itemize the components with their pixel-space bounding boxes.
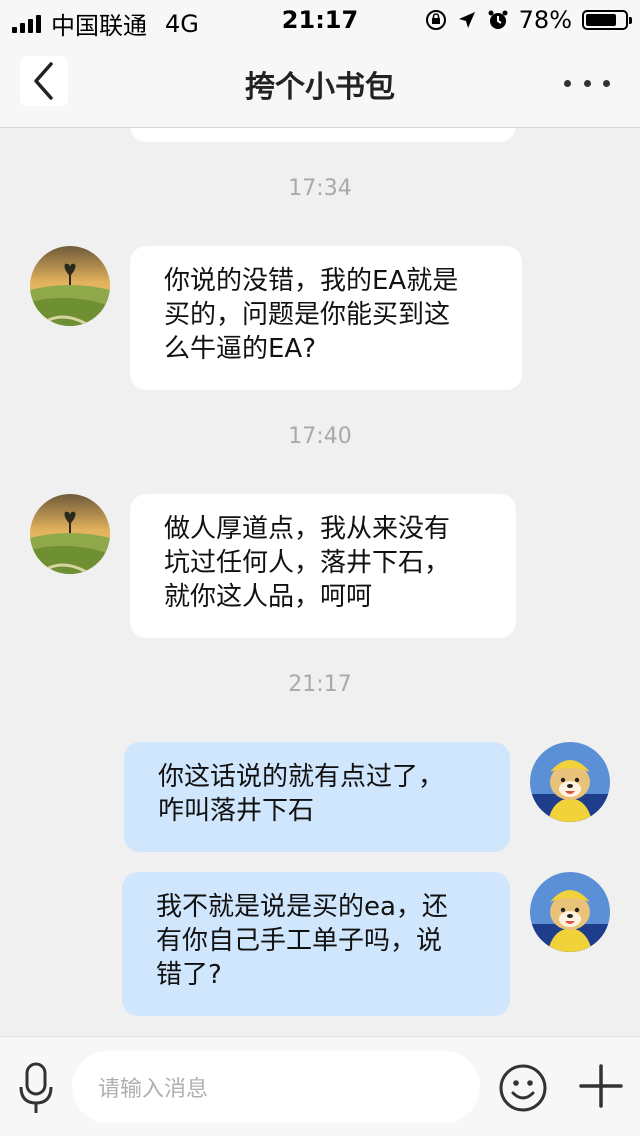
timestamp: 17:40	[288, 424, 352, 449]
input-bar: 请输入消息	[0, 1036, 640, 1136]
status-right: 78%	[425, 6, 632, 34]
alarm-icon	[488, 10, 508, 29]
message-list[interactable]: 17:34 你说的没错，我的EA就是 买的，问题是你能买到这 么牛逼的EA? 1…	[0, 128, 640, 1036]
status-bar: 中国联通 4G 21:17 78%	[0, 0, 640, 40]
user-avatar[interactable]	[530, 872, 610, 952]
contact-avatar[interactable]	[30, 246, 110, 326]
battery-icon	[582, 10, 632, 30]
battery-percent: 78%	[518, 6, 572, 34]
emoji-icon[interactable]	[498, 1063, 548, 1113]
previous-message-bubble[interactable]	[130, 128, 516, 142]
incoming-message-bubble[interactable]: 做人厚道点，我从来没有 坑过任何人，落井下石， 就你这人品，呵呵	[130, 494, 516, 638]
message-input[interactable]: 请输入消息	[72, 1051, 480, 1123]
chat-screen: 中国联通 4G 21:17 78% 挎个小书包 17:34 你说的没错，我的EA…	[0, 0, 640, 1136]
dog-avatar-icon	[530, 872, 610, 952]
plus-icon[interactable]	[578, 1063, 624, 1109]
orientation-lock-icon	[425, 10, 446, 30]
timestamp: 21:17	[288, 672, 352, 697]
more-dots-icon	[564, 79, 571, 87]
tree-landscape-avatar-icon	[30, 494, 110, 574]
outgoing-message-bubble[interactable]: 你这话说的就有点过了， 咋叫落井下石	[124, 742, 510, 852]
page-title: 挎个小书包	[245, 70, 395, 105]
dog-avatar-icon	[530, 742, 610, 822]
location-icon	[458, 12, 475, 28]
tree-landscape-avatar-icon	[30, 246, 110, 326]
outgoing-message-bubble[interactable]: 我不就是说是买的ea，还 有你自己手工单子吗，说 错了?	[122, 872, 510, 1016]
more-button[interactable]	[564, 70, 610, 96]
battery-fill	[586, 14, 616, 26]
microphone-icon[interactable]	[18, 1061, 54, 1117]
message-input-placeholder: 请输入消息	[98, 1077, 209, 1102]
contact-avatar[interactable]	[30, 494, 110, 574]
user-avatar[interactable]	[530, 742, 610, 822]
navigation-bar: 挎个小书包	[0, 40, 640, 128]
timestamp: 17:34	[288, 176, 352, 201]
incoming-message-bubble[interactable]: 你说的没错，我的EA就是 买的，问题是你能买到这 么牛逼的EA?	[130, 246, 522, 390]
